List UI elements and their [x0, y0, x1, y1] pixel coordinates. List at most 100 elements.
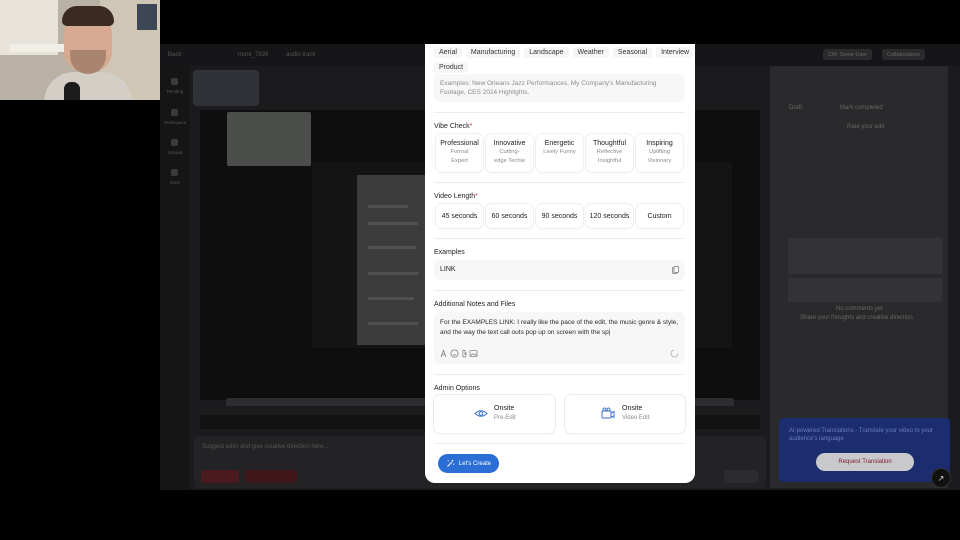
version-thumbnail[interactable]: [193, 70, 259, 106]
admin-option-title: Onsite: [622, 405, 643, 412]
style-tags-row: Product: [434, 62, 472, 73]
style-tags-row: Aerial Manufacturing Landscape Weather S…: [434, 47, 698, 58]
empty-subtitle: Share your thoughts and creative directi…: [800, 315, 913, 321]
emoji-icon[interactable]: [450, 349, 459, 358]
tag-interview[interactable]: Interview: [656, 47, 695, 58]
admin-options-label: Admin Options: [434, 385, 480, 392]
webcam-feed: [0, 0, 160, 100]
request-translation-button[interactable]: Request Translation: [816, 453, 914, 471]
length-option-custom[interactable]: Custom: [636, 204, 683, 228]
rail-item-pending[interactable]: Pending: [162, 89, 188, 94]
lets-create-button[interactable]: Let's Create: [438, 454, 499, 473]
vibe-option-innovative[interactable]: Innovative Cutting- edge Techie: [486, 134, 533, 172]
more-icon: [171, 169, 178, 176]
webcam-tv: [137, 4, 157, 30]
rail-item-upload[interactable]: Upload: [162, 150, 188, 155]
vibe-sub: Visionary: [647, 158, 672, 164]
examples-value: LINK: [440, 266, 456, 273]
vibe-option-energetic[interactable]: Energetic Lively Funny: [536, 134, 583, 172]
translation-text: AI-powered Translations - Translate your…: [789, 428, 934, 442]
vibe-sub: Insightful: [597, 158, 622, 164]
examples-label: Examples: [434, 249, 465, 256]
tab-draft[interactable]: Draft: [789, 105, 802, 111]
vibe-title: Innovative: [493, 140, 526, 147]
back-link[interactable]: Back: [168, 52, 181, 58]
divider: [434, 443, 685, 444]
submit-button[interactable]: [724, 470, 758, 483]
doc-line: [368, 222, 418, 225]
vibe-option-professional[interactable]: Professional Formal Expert: [436, 134, 483, 172]
doc-line: [368, 297, 414, 300]
user-chip[interactable]: CM: Some User: [823, 49, 873, 60]
assistant-fab[interactable]: ↗: [931, 468, 951, 488]
screen: Back more_7839 audio track CM: Some User…: [0, 0, 960, 540]
magic-wand-icon: [447, 459, 455, 467]
vibe-sub: Expert: [451, 158, 468, 164]
vibe-option-thoughtful[interactable]: Thoughtful Reflective Insightful: [586, 134, 633, 172]
admin-option-sub: Pre-Edit: [494, 415, 516, 421]
divider: [434, 182, 685, 183]
tab-mark-completed[interactable]: Mark completed: [840, 105, 883, 111]
vibe-option-inspiring[interactable]: Inspiring Uplifting Visionary: [636, 134, 683, 172]
left-rail: [160, 66, 190, 490]
divider: [434, 290, 685, 291]
rail-item-workspace[interactable]: Workspace: [162, 120, 188, 125]
tag-aerial[interactable]: Aerial: [434, 47, 462, 58]
lets-create-label: Let's Create: [458, 460, 492, 467]
video-length-label-text: Video Length: [434, 193, 476, 200]
divider: [434, 112, 685, 113]
required-mark: *: [469, 123, 473, 130]
collaborators-chip[interactable]: Collaborators: [882, 49, 925, 60]
notes-label: Additional Notes and Files: [434, 301, 516, 308]
divider: [434, 374, 685, 375]
admin-option-title: Onsite: [494, 405, 515, 412]
examples-input[interactable]: [434, 260, 685, 280]
vibe-sub: Cutting-: [499, 149, 520, 155]
text-format-icon[interactable]: [439, 349, 448, 358]
vibe-sub: Lively Funny: [543, 149, 576, 155]
length-option-120[interactable]: 120 seconds: [586, 204, 633, 228]
tag-manufacturing[interactable]: Manufacturing: [465, 47, 521, 58]
tag-seasonal[interactable]: Seasonal: [612, 47, 653, 58]
vibe-sub: Reflective: [596, 149, 623, 155]
length-option-90[interactable]: 90 seconds: [536, 204, 583, 228]
pip-video: [227, 112, 311, 166]
record-button[interactable]: [201, 470, 239, 483]
pre-edit-icon: [474, 410, 488, 417]
video-length-label: Video Length*: [434, 193, 478, 200]
admin-option-pre-edit[interactable]: [434, 395, 555, 433]
doc-line: [368, 246, 416, 249]
rail-item-more[interactable]: More: [162, 180, 188, 185]
copy-icon[interactable]: [672, 266, 679, 274]
title-placeholder: Examples: New Orleans Jazz Performances,…: [440, 80, 657, 96]
tag-landscape[interactable]: Landscape: [524, 47, 569, 58]
video-edit-icon: [601, 407, 615, 419]
vibe-title: Professional: [440, 140, 479, 147]
rate-label: Rate your edit: [847, 124, 885, 130]
track-label: audio track: [286, 52, 316, 58]
empty-title: No comments yet: [836, 306, 883, 312]
vibe-title: Energetic: [544, 140, 575, 147]
project-title: more_7839: [238, 52, 269, 58]
vibe-title: Inspiring: [646, 140, 673, 147]
length-option-60[interactable]: 60 seconds: [486, 204, 533, 228]
pending-icon: [171, 78, 178, 85]
webcam-person-hair: [62, 6, 114, 26]
attachment-icon[interactable]: [460, 349, 469, 358]
document-preview: [357, 175, 425, 345]
length-option-45[interactable]: 45 seconds: [436, 204, 483, 228]
image-icon[interactable]: [469, 349, 478, 358]
vibe-sub: Formal: [450, 149, 469, 155]
workspace-icon: [171, 109, 178, 116]
vibe-check-label: Vibe Check*: [434, 123, 472, 130]
divider: [434, 238, 685, 239]
comment-placeholder: Suggest edits and give creative directio…: [202, 444, 329, 450]
comment-placeholder-card: [788, 238, 942, 274]
comment-placeholder-card: [788, 278, 942, 302]
admin-option-video-edit[interactable]: [565, 395, 685, 433]
comment-type-chip[interactable]: [245, 470, 297, 483]
tag-weather[interactable]: Weather: [572, 47, 609, 58]
tag-product[interactable]: Product: [434, 62, 469, 73]
vibe-sub: edge Techie: [493, 158, 526, 164]
loading-spinner-icon: [670, 349, 679, 358]
